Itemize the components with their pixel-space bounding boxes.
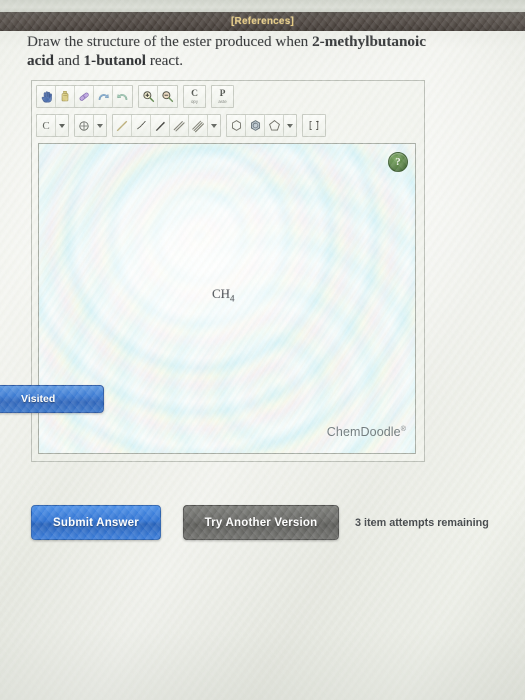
toolbar-group-element: C [36, 114, 69, 137]
single-bond-icon[interactable] [113, 115, 132, 136]
element-carbon-label: C [42, 119, 50, 132]
screen-top-edge [0, 0, 525, 12]
eraser-icon[interactable] [75, 86, 94, 107]
references-bar: [References] [0, 12, 525, 31]
bond-dropdown-caret-icon[interactable] [208, 115, 220, 136]
double-bond-icon[interactable] [170, 115, 189, 136]
zoom-out-icon[interactable] [158, 86, 177, 107]
cyclopentane-ring-icon[interactable] [265, 115, 284, 136]
copy-sublabel: opy [190, 98, 199, 104]
prompt-text-1: Draw the structure of the ester produced… [27, 33, 313, 50]
question-prompt: Draw the structure of the ester produced… [27, 32, 427, 70]
watermark-registered-icon: ® [400, 425, 406, 433]
screenshot-root: [References] Draw the structure of the e… [0, 0, 525, 700]
try-another-version-button[interactable]: Try Another Version [183, 505, 339, 540]
toolbar-row-2: C [36, 114, 331, 137]
toolbar-group-edit [36, 85, 133, 108]
charge-dropdown-caret-icon[interactable] [94, 115, 106, 136]
zoom-in-icon[interactable] [139, 86, 158, 107]
help-question-icon[interactable]: ? [388, 152, 408, 172]
element-carbon-button[interactable]: C [37, 115, 56, 136]
hash-bond-icon[interactable] [132, 115, 151, 136]
toolbar-row-1: C opy P aste [36, 85, 239, 108]
toolbar-group-paste: P aste [211, 85, 234, 108]
paste-sublabel: aste [218, 98, 227, 104]
toolbar-group-bracket [302, 114, 326, 137]
atom-label-symbol: CH [211, 286, 231, 302]
chemdoodle-watermark: ChemDoodle® [327, 425, 406, 439]
help-glyph: ? [395, 156, 401, 168]
attempts-remaining-text: 3 item attempts remaining [355, 516, 489, 529]
triple-bond-icon[interactable] [189, 115, 208, 136]
undo-arrow-icon[interactable] [94, 86, 113, 107]
toolbar-group-bonds [112, 114, 221, 137]
element-dropdown-caret-icon[interactable] [56, 115, 68, 136]
prompt-text-2: and [54, 52, 84, 69]
atom-label-subscript: 4 [230, 293, 235, 304]
benzene-ring-icon[interactable] [246, 115, 265, 136]
try-another-version-label: Try Another Version [204, 516, 318, 529]
prompt-bold-2: 1-butanol [83, 52, 147, 69]
redo-arrow-icon[interactable] [113, 86, 132, 107]
submit-answer-label: Submit Answer [53, 516, 139, 529]
visited-tab-label: Visited [21, 393, 56, 405]
submit-answer-button[interactable]: Submit Answer [31, 505, 161, 540]
paste-button[interactable]: P aste [212, 86, 233, 107]
toolbar-group-rings [226, 114, 297, 137]
toolbar-group-clipboard: C opy [183, 85, 206, 108]
watermark-text: ChemDoodle [326, 425, 401, 439]
eraser-bottle-icon[interactable] [56, 86, 75, 107]
references-link[interactable]: [References] [231, 16, 294, 27]
visited-tab[interactable]: Visited [0, 385, 104, 413]
screen-glare [84, 162, 318, 355]
paste-label: P [219, 88, 226, 99]
wedge-bond-icon[interactable] [151, 115, 170, 136]
copy-label: C [191, 88, 198, 99]
ring-dropdown-caret-icon[interactable] [284, 115, 296, 136]
atom-label-methane[interactable]: CH4 [212, 286, 235, 304]
copy-button[interactable]: C opy [184, 86, 205, 107]
charge-plus-icon[interactable] [75, 115, 94, 136]
bracket-icon[interactable] [303, 115, 325, 136]
pan-hand-icon[interactable] [37, 86, 56, 107]
action-row: Submit Answer Try Another Version 3 item… [31, 505, 489, 540]
toolbar-group-charge [74, 114, 107, 137]
cyclohexane-ring-icon[interactable] [227, 115, 246, 136]
toolbar-group-zoom [138, 85, 178, 108]
prompt-text-3: react. [146, 52, 184, 69]
